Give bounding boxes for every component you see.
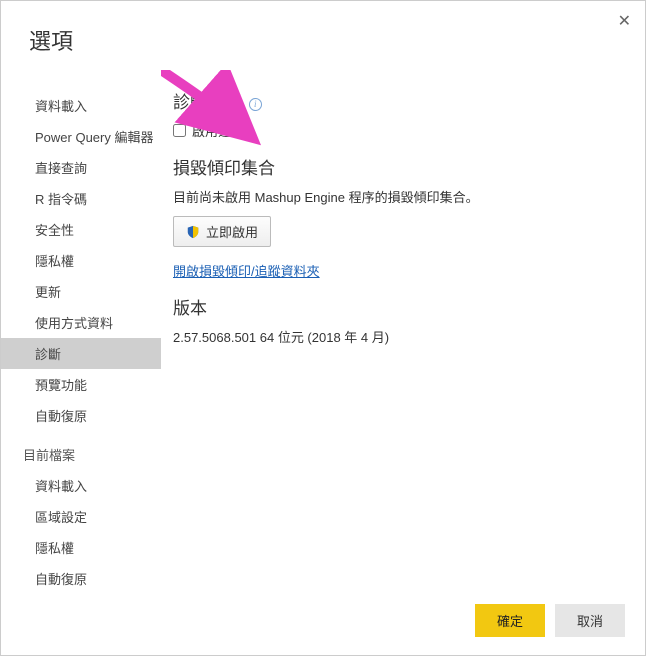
section-title-version: 版本 xyxy=(173,294,621,319)
sidebar-item[interactable]: 自動復原 xyxy=(1,400,161,431)
section-title-diagnostics: 診斷選項 i xyxy=(173,88,621,113)
sidebar-item[interactable]: 隱私權 xyxy=(1,245,161,276)
version-value: 2.57.5068.501 64 位元 (2018 年 4 月) xyxy=(173,327,621,346)
sidebar-item[interactable]: 使用方式資料 xyxy=(1,307,161,338)
enable-now-button[interactable]: 立即啟用 xyxy=(173,216,271,247)
sidebar: 資料載入Power Query 編輯器直接查詢R 指令碼安全性隱私權更新使用方式… xyxy=(1,70,161,590)
options-dialog: ✕ 選項 資料載入Power Query 編輯器直接查詢R 指令碼安全性隱私權更… xyxy=(0,0,646,656)
sidebar-item[interactable]: 隱私權 xyxy=(1,532,161,563)
sidebar-item[interactable]: 預覽功能 xyxy=(1,369,161,400)
dialog-body: 資料載入Power Query 編輯器直接查詢R 指令碼安全性隱私權更新使用方式… xyxy=(1,70,645,590)
info-icon[interactable]: i xyxy=(249,98,262,111)
sidebar-item[interactable]: Power Query 編輯器 xyxy=(1,121,161,152)
sidebar-item[interactable]: 安全性 xyxy=(1,214,161,245)
sidebar-heading-current-file: 目前檔案 xyxy=(1,439,161,470)
sidebar-item[interactable]: 診斷 xyxy=(1,338,161,369)
enable-now-label: 立即啟用 xyxy=(206,222,258,241)
crash-description: 目前尚未啟用 Mashup Engine 程序的損毀傾印集合。 xyxy=(173,187,621,206)
sidebar-item[interactable]: 資料載入 xyxy=(1,470,161,501)
dialog-footer: 確定 取消 xyxy=(1,590,645,655)
sidebar-item[interactable]: 資料載入 xyxy=(1,90,161,121)
shield-icon xyxy=(186,225,200,239)
sidebar-item[interactable]: 區域設定 xyxy=(1,501,161,532)
sidebar-item[interactable]: 直接查詢 xyxy=(1,152,161,183)
enable-trace-checkbox[interactable] xyxy=(173,124,186,137)
open-trace-folder-link[interactable]: 開啟損毀傾印/追蹤資料夾 xyxy=(173,261,320,280)
content-panel: 診斷選項 i 啟用追蹤 損毀傾印集合 目前尚未啟用 Mashup Engine … xyxy=(161,70,645,590)
sidebar-item[interactable]: 更新 xyxy=(1,276,161,307)
ok-button[interactable]: 確定 xyxy=(475,604,545,637)
diag-title-text: 診斷選項 xyxy=(173,93,241,112)
dialog-title: 選項 xyxy=(1,1,645,70)
section-title-crash: 損毀傾印集合 xyxy=(173,154,621,179)
close-icon[interactable]: ✕ xyxy=(618,11,631,31)
sidebar-item[interactable]: 自動復原 xyxy=(1,563,161,590)
sidebar-item[interactable]: R 指令碼 xyxy=(1,183,161,214)
enable-trace-row[interactable]: 啟用追蹤 xyxy=(173,121,621,140)
cancel-button[interactable]: 取消 xyxy=(555,604,625,637)
enable-trace-label: 啟用追蹤 xyxy=(192,121,244,140)
